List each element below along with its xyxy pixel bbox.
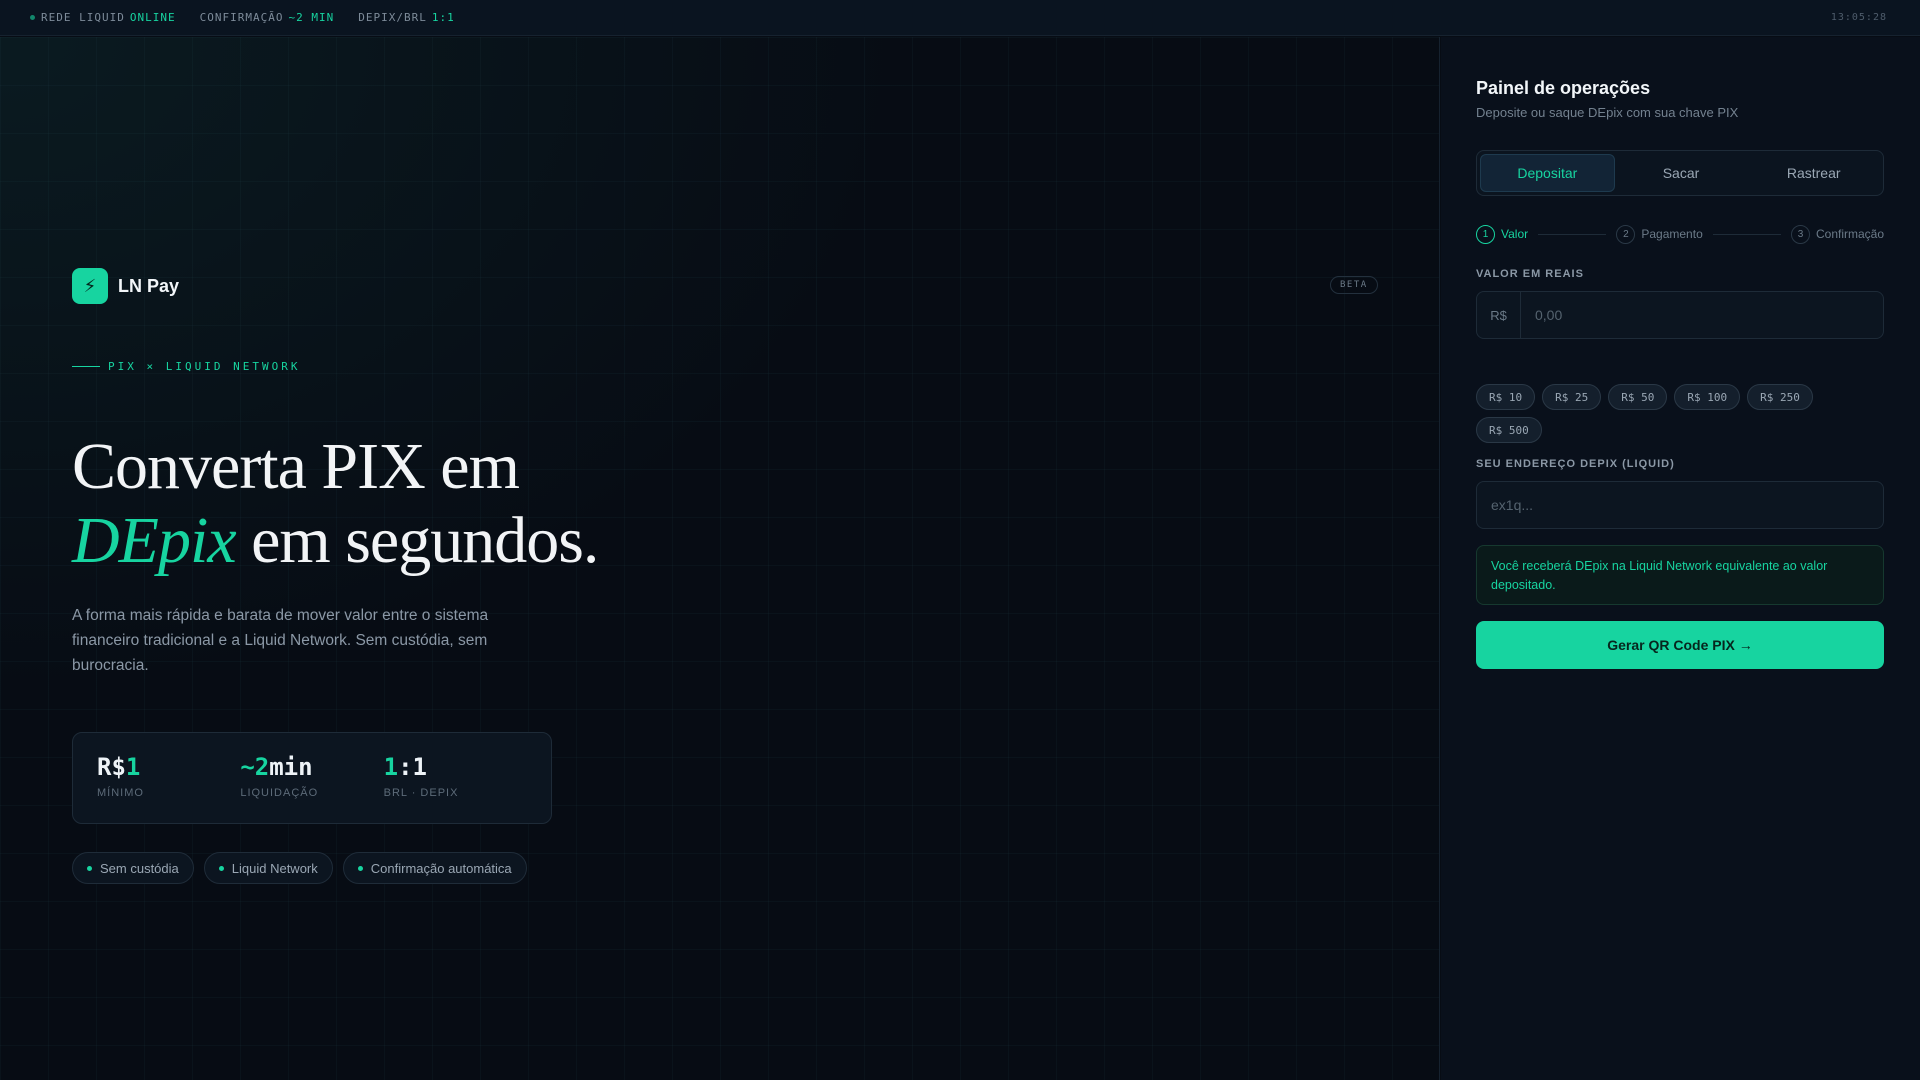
stat-prefix: R$	[97, 753, 126, 781]
pair-label: DEPIX/BRL	[358, 11, 427, 24]
address-field	[1476, 481, 1884, 529]
network-status-value: ONLINE	[129, 11, 176, 24]
step-label: Pagamento	[1641, 227, 1703, 241]
stat-highlight: ~2	[240, 753, 270, 781]
step-connector	[1538, 233, 1607, 235]
eyebrow-text: PIX × LIQUID NETWORK	[108, 360, 301, 373]
preset-50[interactable]: R$ 50	[1608, 384, 1668, 410]
step-label: Valor	[1501, 227, 1529, 241]
chip-auto-confirm: Confirmação automática	[342, 852, 527, 884]
hero-section: ⚡ LN Pay BETA PIX × LIQUID NETWORK Conve…	[0, 37, 1440, 1080]
step-number: 3	[1790, 224, 1810, 244]
operations-panel: Painel de operações Deposite ou saque DE…	[1441, 37, 1920, 1080]
generate-qr-button[interactable]: Gerar QR Code PIX →	[1476, 621, 1884, 669]
pair-rate: DEPIX/BRL 1:1	[358, 11, 454, 24]
network-label: REDE LIQUID	[41, 11, 125, 24]
amount-field: R$	[1476, 291, 1884, 339]
pair-value: 1:1	[431, 11, 455, 24]
eyebrow-line	[72, 366, 100, 367]
stat-value: ~2min	[240, 753, 383, 781]
stat-value: 1:1	[384, 753, 527, 781]
confirm-label: CONFIRMAÇÃO	[199, 11, 284, 24]
chip-label: Liquid Network	[231, 860, 318, 876]
address-input[interactable]	[1477, 482, 1883, 528]
step-confirmation: 3 Confirmação	[1790, 224, 1885, 244]
preset-25[interactable]: R$ 25	[1542, 384, 1602, 410]
stepper: 1 Valor 2 Pagamento 3 Confirmação	[1476, 224, 1884, 244]
confirmation-time: CONFIRMAÇÃO ~2 MIN	[200, 11, 335, 24]
preset-100[interactable]: R$ 100	[1674, 384, 1741, 410]
chip-no-custody: Sem custódia	[72, 852, 194, 884]
brand[interactable]: ⚡ LN Pay	[72, 268, 179, 304]
stat-label: LIQUIDAÇÃO	[240, 787, 319, 799]
chip-label: Sem custódia	[100, 860, 179, 876]
lightning-logo-icon: ⚡	[72, 268, 108, 304]
dot-icon	[87, 865, 92, 871]
headline-line1: Converta PIX em	[72, 430, 520, 503]
chip-liquid-network: Liquid Network	[203, 852, 333, 884]
step-connector	[1712, 233, 1781, 235]
confirm-value: ~2 MIN	[288, 11, 335, 24]
preset-500[interactable]: R$ 500	[1476, 417, 1542, 443]
tab-withdraw[interactable]: Sacar	[1615, 154, 1748, 192]
step-number: 2	[1616, 224, 1636, 244]
step-label: Confirmação	[1815, 227, 1885, 241]
dot-icon	[218, 865, 224, 871]
panel-title: Painel de operações	[1476, 78, 1651, 98]
step-payment: 2 Pagamento	[1616, 224, 1703, 244]
currency-prefix: R$	[1477, 292, 1521, 338]
operation-tabs: Depositar Sacar Rastrear	[1476, 150, 1884, 196]
amount-input[interactable]	[1521, 292, 1883, 338]
dot-icon	[357, 865, 363, 871]
stat-highlight: 1	[383, 753, 399, 781]
headline: Converta PIX em DEpix em segundos.	[72, 430, 599, 578]
step-amount: 1 Valor	[1476, 224, 1529, 244]
amount-label: VALOR EM REAIS	[1476, 268, 1584, 280]
brand-name: LN Pay	[118, 275, 180, 296]
amount-presets: R$ 10 R$ 25 R$ 50 R$ 100 R$ 250 R$ 500	[1476, 384, 1884, 450]
stat-label: BRL · DEPIX	[383, 787, 459, 799]
network-status: REDE LIQUID ONLINE	[30, 11, 176, 24]
stat-label: MÍNIMO	[97, 787, 144, 799]
preset-250[interactable]: R$ 250	[1747, 384, 1813, 410]
tab-track[interactable]: Rastrear	[1747, 154, 1880, 192]
feature-chips: Sem custódia Liquid Network Confirmação …	[72, 852, 537, 884]
eyebrow: PIX × LIQUID NETWORK	[72, 360, 300, 373]
lead-paragraph: A forma mais rápida e barata de mover va…	[72, 607, 489, 674]
address-label: SEU ENDEREÇO DEPIX (LIQUID)	[1476, 458, 1675, 470]
stat-rate: 1:1 BRL · DEPIX	[384, 753, 527, 803]
stat-minimum: R$1 MÍNIMO	[97, 753, 240, 803]
headline-accent: DEpix	[72, 504, 237, 577]
stat-suffix: :1	[398, 753, 428, 781]
status-bar: REDE LIQUID ONLINE CONFIRMAÇÃO ~2 MIN DE…	[0, 0, 1920, 36]
preset-10[interactable]: R$ 10	[1476, 384, 1536, 410]
stat-suffix: min	[269, 753, 313, 781]
step-number: 1	[1476, 224, 1495, 244]
beta-badge: BETA	[1330, 276, 1378, 294]
tab-deposit[interactable]: Depositar	[1480, 154, 1615, 192]
status-dot-icon	[30, 15, 35, 20]
info-notice: Você receberá DEpix na Liquid Network eq…	[1476, 545, 1884, 605]
stat-settlement: ~2min LIQUIDAÇÃO	[240, 753, 383, 803]
stat-value: R$1	[97, 753, 240, 781]
headline-line2: em segundos.	[235, 504, 599, 577]
clock: 13:05:28	[1830, 12, 1887, 23]
panel-subtitle: Deposite ou saque DEpix com sua chave PI…	[1476, 105, 1739, 120]
stats-card: R$1 MÍNIMO ~2min LIQUIDAÇÃO 1:1 BRL · DE…	[72, 732, 552, 824]
chip-label: Confirmação automática	[370, 860, 512, 876]
stat-highlight: 1	[125, 753, 141, 781]
